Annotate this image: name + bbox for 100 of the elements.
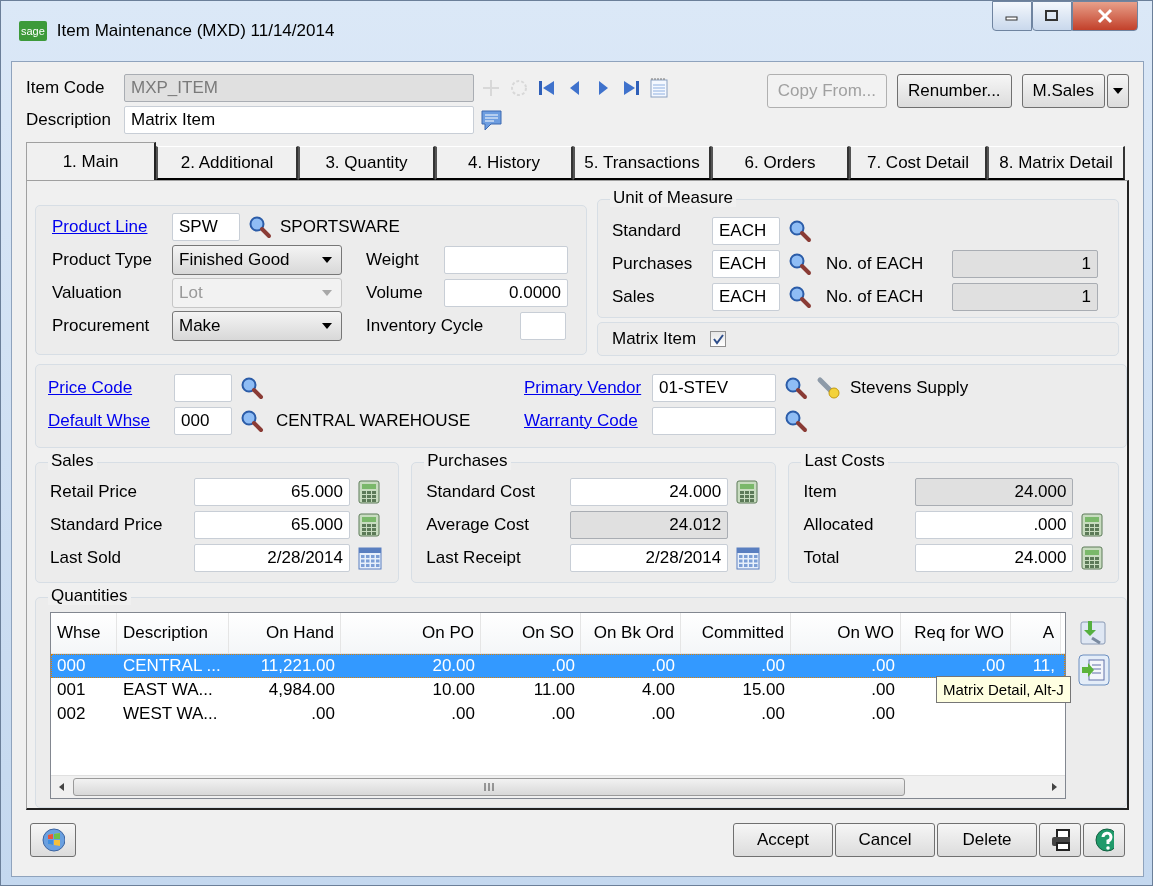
header-button[interactable]: M.Sales [1021,74,1105,108]
table-cell: .00 [871,656,895,677]
input-field[interactable]: EACH [712,282,780,311]
input-field[interactable]: 01-STEV [652,373,776,402]
footer-button[interactable]: Accept [733,823,833,857]
calendar-icon[interactable] [736,545,761,570]
warranty-code-link[interactable]: Warranty Code [524,410,644,431]
tab[interactable]: 3. Quantity [298,146,435,180]
dropdown[interactable]: Finished Good [172,244,342,275]
input-field[interactable]: 65.000 [194,510,350,539]
close-button[interactable] [1072,1,1138,31]
field-label: Average Cost [426,514,530,535]
field-label: Item Code [26,78,106,98]
table-row[interactable]: 002 WEST WA... .00 .00 .00 .00 .00 .00 [51,702,1065,727]
minimize-button[interactable] [992,1,1032,31]
table-cell: .00 [761,656,785,677]
comment-icon[interactable] [480,108,504,132]
search-icon[interactable] [240,375,264,400]
tab[interactable]: 4. History [435,146,573,180]
input-field[interactable]: 24.000 [570,477,729,506]
primary-vendor-link[interactable]: Primary Vendor [524,377,644,398]
input-field[interactable]: 65.000 [194,477,350,506]
tab[interactable]: 5. Transactions [573,146,711,180]
tab[interactable]: 2. Additional [156,146,298,180]
field-label: Standard [612,220,682,241]
footer-button[interactable]: Cancel [835,823,935,857]
tab[interactable]: 7. Cost Detail [849,146,987,180]
field-label: Product Type [52,249,153,270]
input-field[interactable]: 2/28/2014 [570,543,729,572]
column-header[interactable]: Req for WO [901,613,1011,654]
checkbox-label: Matrix Item [612,329,697,349]
search-icon[interactable] [784,375,808,400]
header-button[interactable]: Renumber... [896,74,1012,108]
input-field[interactable]: 1 [952,249,1098,278]
column-header[interactable]: A [1011,613,1061,654]
table-cell: .00 [551,656,575,677]
product-line-link[interactable]: Product Line [52,216,164,237]
calculator-icon[interactable] [358,479,380,504]
maximize-button[interactable] [1032,1,1072,31]
group-title: Purchases [424,452,511,471]
input-field[interactable]: 1 [952,282,1098,311]
field-label: Valuation [52,282,123,303]
matrix-detail-icon[interactable] [1078,654,1110,687]
input-field[interactable]: 24.000 [915,543,1074,572]
input-field[interactable]: EACH [712,216,780,245]
input-field[interactable]: SPW [172,212,240,241]
input-field[interactable]: 0.0000 [444,278,568,307]
input-field[interactable] [520,311,566,340]
table-cell: .00 [871,680,895,701]
search-icon[interactable] [788,251,812,276]
field-label: Description [26,110,113,130]
checkbox[interactable] [710,331,727,347]
column-header[interactable]: On PO [341,613,481,654]
input-field[interactable] [652,406,776,435]
calendar-icon[interactable] [358,545,382,570]
column-header[interactable]: Whse [51,613,117,654]
maximize-icon [1045,10,1059,22]
tab[interactable]: 8. Matrix Detail [987,146,1125,180]
orb-button[interactable] [30,823,76,857]
search-icon[interactable] [240,408,264,433]
calculator-icon[interactable] [736,479,759,504]
field-label: Weight [366,249,420,270]
tab[interactable]: 1. Main [26,142,156,180]
input-field[interactable] [444,245,568,274]
column-header[interactable]: On SO [481,613,581,654]
tab[interactable]: 6. Orders [711,146,849,180]
search-icon[interactable] [788,218,812,243]
group-title: Unit of Measure [610,189,736,207]
help-button[interactable] [1083,823,1125,857]
column-header[interactable]: Committed [681,613,791,654]
input-field[interactable]: EACH [712,249,780,278]
column-header[interactable]: On WO [791,613,901,654]
input-field[interactable] [174,373,232,402]
table-cell: 10.00 [432,680,475,701]
caret-icon [321,288,333,297]
calculator-icon[interactable] [358,512,380,537]
price-code-link[interactable]: Price Code [48,377,166,398]
input-field[interactable]: 2/28/2014 [194,543,350,572]
footer-button[interactable]: Delete [937,823,1037,857]
input-field[interactable]: 000 [174,406,232,435]
dropdown[interactable]: Make [172,310,342,341]
search-icon[interactable] [784,408,808,433]
horizontal-scrollbar[interactable] [51,775,1065,799]
search-icon[interactable] [788,284,812,309]
calculator-icon[interactable] [1081,512,1104,537]
field-label: Allocated [803,514,875,535]
notepad-icon[interactable] [648,77,670,99]
input-field[interactable]: Matrix Item [124,106,474,134]
field-label: Standard Cost [426,481,536,502]
caret-icon [1113,88,1123,94]
column-header[interactable]: On Bk Ord [581,613,681,654]
warehouse-name: CENTRAL WAREHOUSE [276,410,471,431]
dropdown-button[interactable] [1107,74,1129,108]
column-header[interactable]: Description [117,613,229,654]
search-icon[interactable] [248,214,272,239]
print-button[interactable] [1039,823,1081,857]
calculator-icon[interactable] [1081,545,1104,570]
default-warehouse-link[interactable]: Default Whse [48,410,166,431]
column-header[interactable]: On Hand [229,613,341,654]
input-field[interactable]: .000 [915,510,1074,539]
